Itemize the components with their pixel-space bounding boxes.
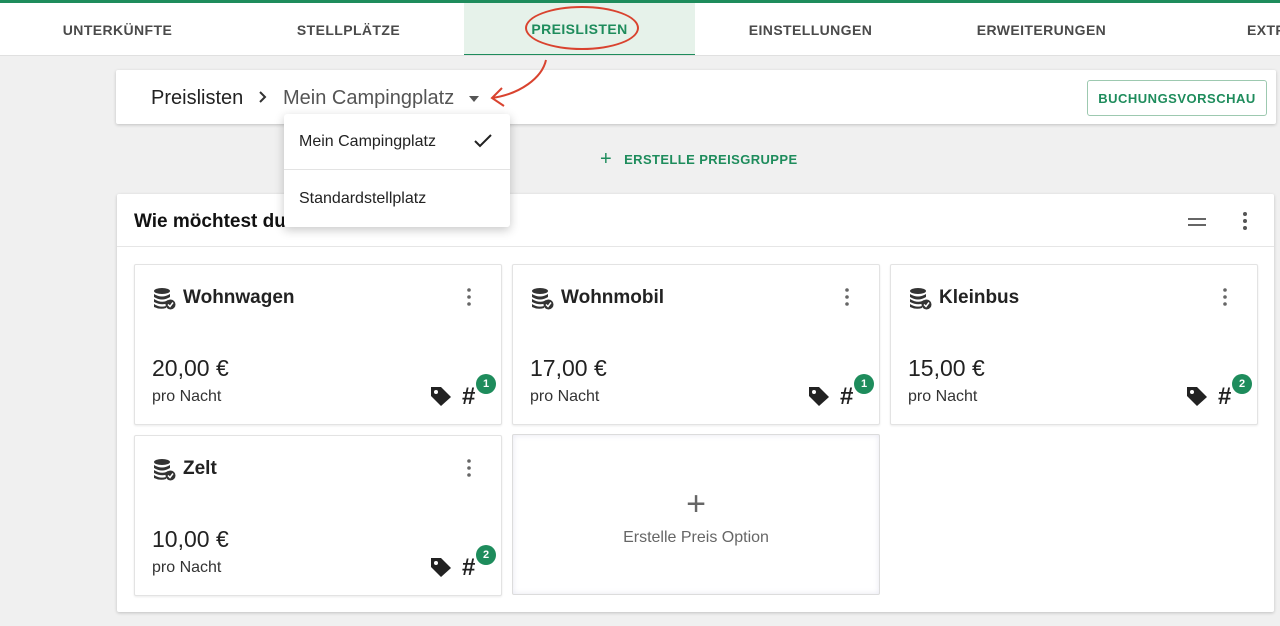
breadcrumb-current[interactable]: Mein Campingplatz <box>283 87 454 110</box>
create-price-group-label: ERSTELLE PREISGRUPPE <box>624 151 798 167</box>
tag-icon[interactable] <box>807 385 831 407</box>
campsite-dropdown-menu: Mein Campingplatz Standardstellplatz <box>284 114 510 227</box>
chevron-right-icon <box>259 91 267 103</box>
price-unit: pro Nacht <box>152 559 222 576</box>
hash-icon[interactable]: # <box>840 383 853 411</box>
drag-handle-icon[interactable] <box>1188 218 1206 226</box>
hash-icon[interactable]: # <box>462 383 475 411</box>
create-price-option-button[interactable]: + Erstelle Preis Option <box>512 434 880 595</box>
more-vert-icon[interactable] <box>1217 287 1233 307</box>
coins-check-icon <box>154 459 176 481</box>
price-value: 20,00 € <box>152 355 229 381</box>
tag-icon[interactable] <box>1185 385 1209 407</box>
price-option-card[interactable]: Wohnwagen 20,00 € pro Nacht # 1 <box>134 264 502 425</box>
count-badge: 1 <box>854 374 874 394</box>
price-value: 10,00 € <box>152 526 229 552</box>
count-badge: 1 <box>476 374 496 394</box>
coins-check-icon <box>154 288 176 310</box>
price-unit: pro Nacht <box>152 388 222 405</box>
price-value: 15,00 € <box>908 355 985 381</box>
caret-down-icon[interactable] <box>467 94 481 104</box>
count-badge: 2 <box>1232 374 1252 394</box>
tab-unterkuenfte[interactable]: UNTERKÜNFTE <box>2 3 233 55</box>
dropdown-item-mein-campingplatz[interactable]: Mein Campingplatz <box>284 114 510 170</box>
price-option-name: Wohnmobil <box>561 287 665 308</box>
dropdown-item-label: Mein Campingplatz <box>299 132 436 150</box>
dropdown-item-label: Standardstellplatz <box>299 190 427 207</box>
price-unit: pro Nacht <box>530 388 600 405</box>
count-badge: 2 <box>476 545 496 565</box>
hash-icon[interactable]: # <box>462 554 475 582</box>
more-vert-icon[interactable] <box>461 287 477 307</box>
tag-icon[interactable] <box>429 385 453 407</box>
price-group-title: Wie möchtest du <box>134 211 286 232</box>
tag-icon[interactable] <box>429 556 453 578</box>
price-option-card[interactable]: Wohnmobil 17,00 € pro Nacht # 1 <box>512 264 880 425</box>
price-option-card[interactable]: Zelt 10,00 € pro Nacht # 2 <box>134 435 502 596</box>
top-nav: UNTERKÜNFTE STELLPLÄTZE PREISLISTEN EINS… <box>0 0 1280 56</box>
price-option-name: Zelt <box>183 458 217 479</box>
price-option-card[interactable]: Kleinbus 15,00 € pro Nacht # 2 <box>890 264 1258 425</box>
price-option-name: Wohnwagen <box>183 287 295 308</box>
tab-erweiterungen[interactable]: ERWEITERUNGEN <box>926 3 1157 55</box>
tab-extras[interactable]: EXTR <box>1157 3 1280 55</box>
more-vert-icon[interactable] <box>461 458 477 478</box>
plus-icon: + <box>600 148 613 170</box>
create-price-option-label: Erstelle Preis Option <box>623 529 769 546</box>
hash-icon[interactable]: # <box>1218 383 1231 411</box>
tab-stellplaetze[interactable]: STELLPLÄTZE <box>233 3 464 55</box>
dropdown-item-standardstellplatz[interactable]: Standardstellplatz <box>284 171 510 227</box>
check-icon <box>474 134 492 148</box>
price-value: 17,00 € <box>530 355 607 381</box>
booking-preview-button[interactable]: BUCHUNGSVORSCHAU <box>1087 80 1267 116</box>
more-vert-icon[interactable] <box>1237 211 1253 231</box>
tab-einstellungen[interactable]: EINSTELLUNGEN <box>695 3 926 55</box>
price-unit: pro Nacht <box>908 388 978 405</box>
plus-icon: + <box>686 485 706 523</box>
breadcrumb-root[interactable]: Preislisten <box>151 87 243 110</box>
price-option-name: Kleinbus <box>939 287 1020 308</box>
more-vert-icon[interactable] <box>839 287 855 307</box>
tab-preislisten[interactable]: PREISLISTEN <box>464 3 695 55</box>
coins-check-icon <box>532 288 554 310</box>
create-price-group-button[interactable]: + ERSTELLE PREISGRUPPE <box>600 148 798 170</box>
coins-check-icon <box>910 288 932 310</box>
